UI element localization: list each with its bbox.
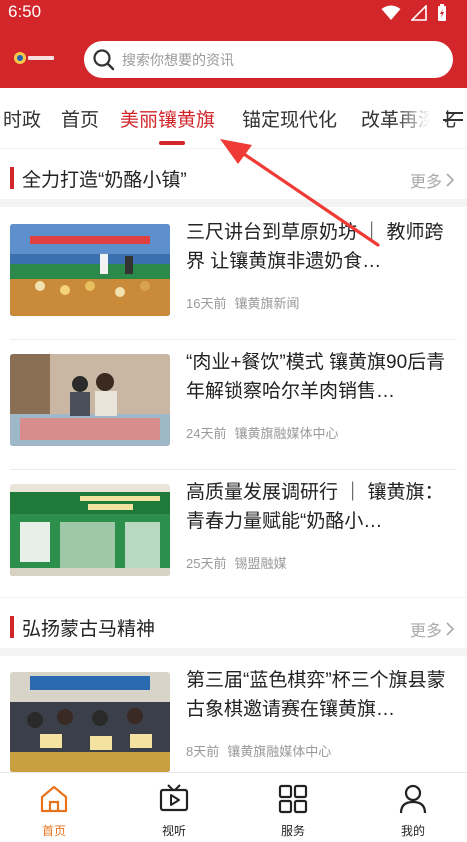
signal-icon [411,5,427,21]
article-card[interactable]: “肉业+餐饮”模式 镶黄旗90后青年解锁察哈尔羊肉销售… 24天前 镶黄旗融媒体中… [0,340,467,470]
article-source: 锡盟融媒 [234,556,287,571]
article-source: 镶黄旗融媒体中心 [234,426,339,441]
video-tv-icon [159,784,189,812]
article-title: “肉业+餐饮”模式 镶黄旗90后青年解锁察哈尔羊肉销售… [186,352,446,402]
article-card[interactable]: 第三届“蓝色棋弈”杯三个旗县蒙古象棋邀请赛在镶黄旗… 8天前 镶黄旗融媒体中心 [0,658,467,788]
status-icons [381,4,447,22]
grid-icon [278,784,308,814]
article-time: 24天前 [186,426,227,441]
nav-label: 首页 [41,824,66,838]
tab-beautiful-xianghuangqi[interactable]: 美丽镶黄旗 [120,105,215,132]
logo-icon [14,52,54,64]
article-thumbnail [10,672,170,772]
tab-shizheng[interactable]: 时政 [3,105,41,132]
tab-home[interactable]: 首页 [61,105,99,132]
status-time: 6:50 [8,2,42,21]
bottom-navigation: 首页 视听 服务 我的 [0,772,467,842]
nav-profile[interactable]: 我的 [373,773,453,842]
article-title: 高质量发展调研行 ｜ 镶黄旗：青春力量赋能“奶酪小… [186,482,444,532]
section-accent-bar [10,167,14,189]
chevron-right-icon [446,622,455,636]
user-icon [399,784,427,814]
section-more-link[interactable]: 更多 [410,617,455,641]
search-bar[interactable]: 搜索你想要的资讯 [84,41,453,78]
article-time: 16天前 [186,296,227,311]
article-thumbnail [10,484,170,576]
article-meta: 24天前 镶黄旗融媒体中心 [186,423,338,442]
more-label: 更多 [409,174,442,191]
app-header: 6:50 搜索你想要的资讯 [0,0,467,88]
active-tab-indicator [159,141,185,145]
article-time: 8天前 [186,744,220,759]
section-title: 全力打造“奶酪小镇” [22,170,187,191]
nav-label: 我的 [400,824,425,838]
wifi-icon [381,5,401,20]
nav-label: 视听 [161,824,186,838]
status-bar: 6:50 [0,0,467,26]
section-divider [0,648,467,656]
article-card[interactable]: 高质量发展调研行 ｜ 镶黄旗：青春力量赋能“奶酪小… 25天前 锡盟融媒 [0,470,467,600]
section-title: 弘扬蒙古马精神 [22,619,156,640]
article-title: 第三届“蓝色棋弈”杯三个旗县蒙古象棋邀请赛在镶黄旗… [186,670,446,720]
article-source: 镶黄旗融媒体中心 [227,744,332,759]
channel-tabs: 时政 首页 美丽镶黄旗 锚定现代化 改革再深化 [0,88,467,148]
search-placeholder: 搜索你想要的资讯 [122,51,234,68]
more-label: 更多 [409,623,442,640]
nav-video[interactable]: 视听 [134,773,214,842]
nav-home[interactable]: 首页 [14,773,94,842]
chevron-right-icon [446,173,455,187]
section-divider [0,199,467,207]
article-meta: 8天前 镶黄旗融媒体中心 [186,741,331,760]
nav-label: 服务 [280,824,305,838]
section-more-link[interactable]: 更多 [410,168,455,192]
section-accent-bar [10,616,14,638]
article-meta: 25天前 锡盟融媒 [186,553,286,572]
article-thumbnail [10,354,170,446]
article-thumbnail [10,224,170,316]
battery-icon [438,4,446,21]
channel-menu-icon[interactable] [442,108,464,128]
tabs-fade [395,88,445,148]
article-source: 镶黄旗新闻 [234,296,300,311]
article-meta: 16天前 镶黄旗新闻 [186,293,299,312]
tab-modernization[interactable]: 锚定现代化 [242,105,337,132]
home-icon [40,785,68,813]
article-title: 三尺讲台到草原奶坊 ｜ 教师跨界 让镶黄旗非遗奶食… [186,222,444,272]
nav-services[interactable]: 服务 [253,773,333,842]
article-card[interactable]: 三尺讲台到草原奶坊 ｜ 教师跨界 让镶黄旗非遗奶食… 16天前 镶黄旗新闻 [0,210,467,340]
article-time: 25天前 [186,556,227,571]
app-logo [12,48,56,68]
search-icon [93,48,115,70]
